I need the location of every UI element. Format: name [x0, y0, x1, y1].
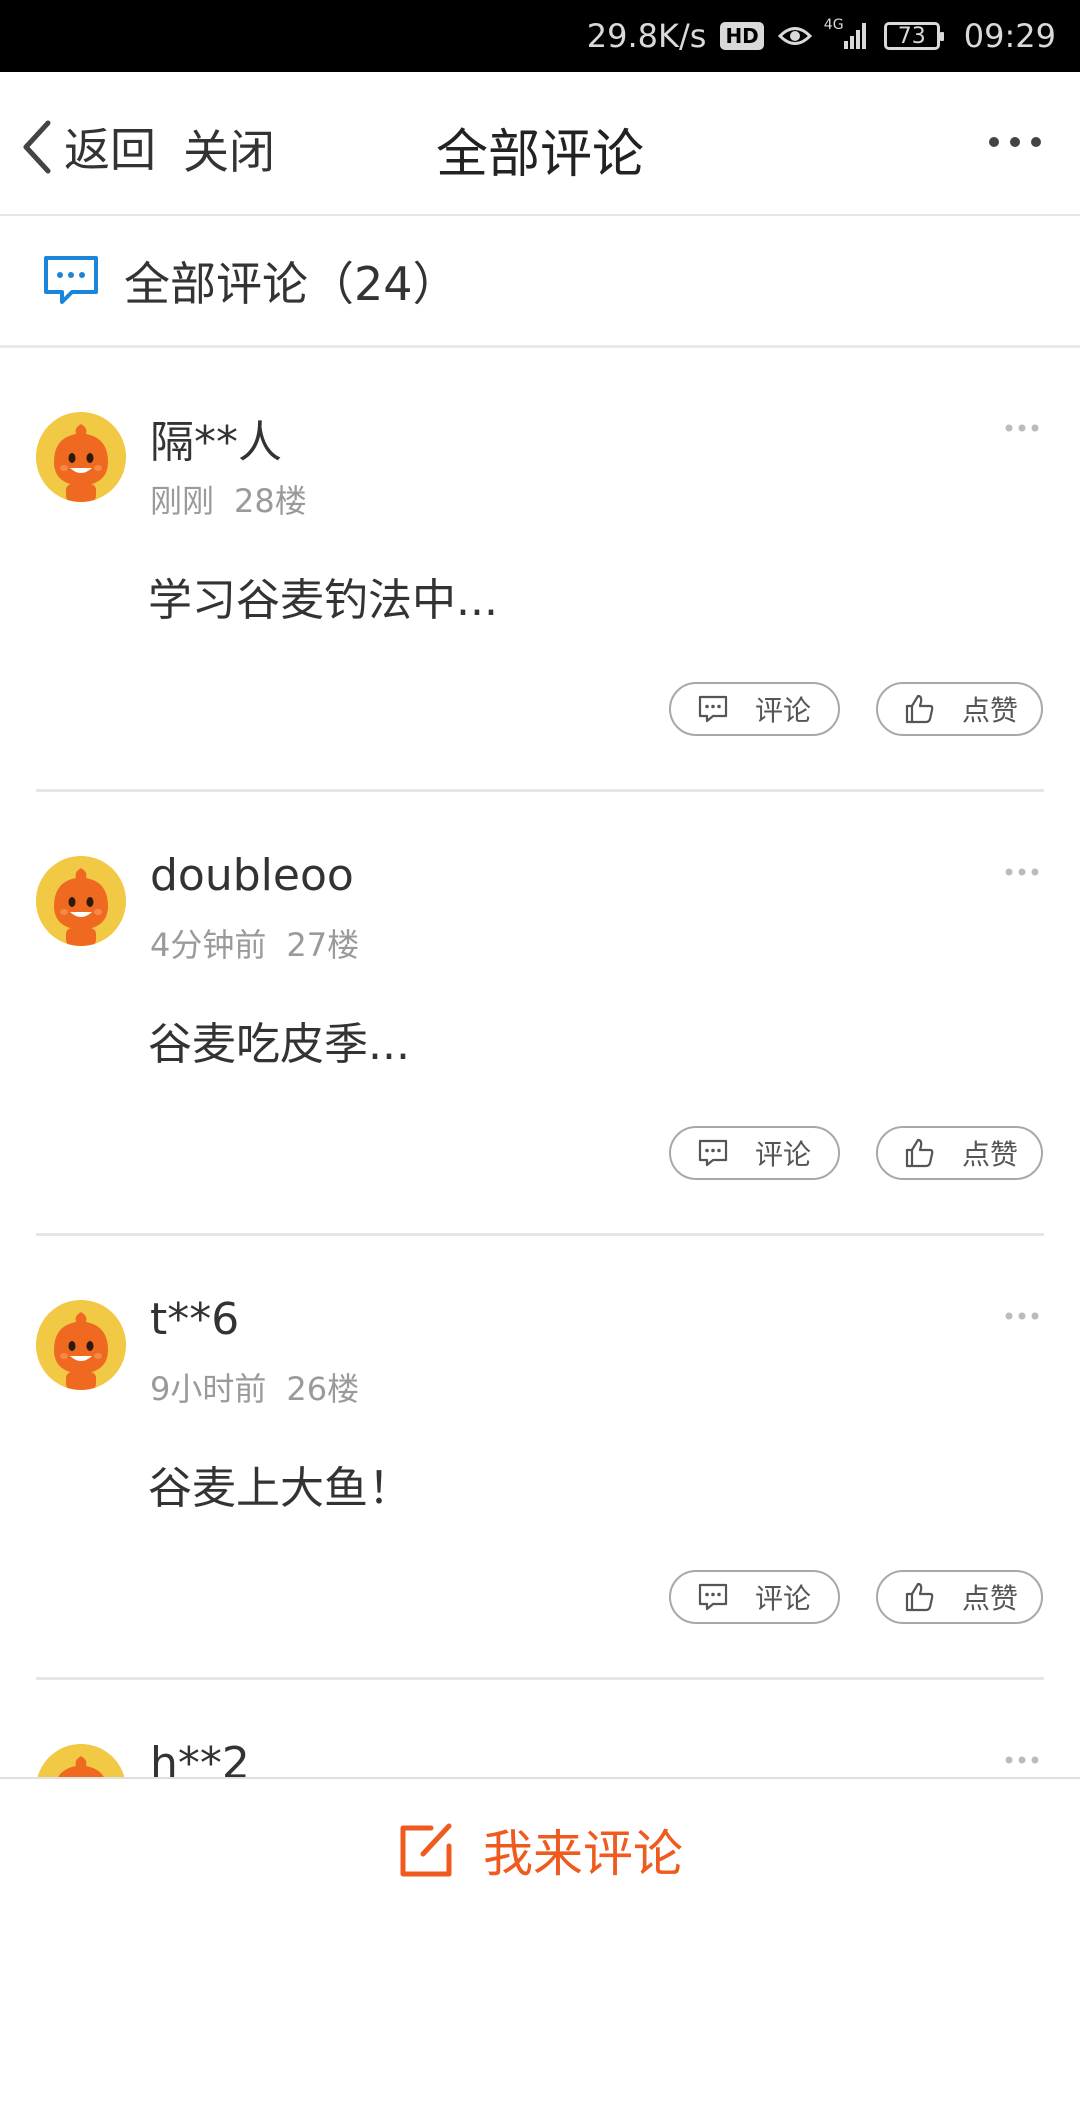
status-bar: 29.8K/s HD 4G 73 09:29: [0, 0, 1080, 72]
like-button[interactable]: 点赞: [876, 1570, 1043, 1624]
like-button[interactable]: 点赞: [876, 682, 1043, 736]
reply-button[interactable]: 评论: [669, 1570, 840, 1624]
like-label: 点赞: [962, 694, 1019, 727]
nav-bar: 返回 关闭 全部评论: [0, 72, 1080, 216]
reply-label: 评论: [755, 1138, 812, 1171]
comment-floor: 28楼: [234, 482, 307, 520]
avatar[interactable]: [36, 412, 126, 502]
write-comment-label: 我来评论: [483, 1824, 683, 1883]
comment-icon: [698, 1583, 728, 1611]
comment-time: 刚刚: [150, 482, 215, 520]
network-speed: 29.8K/s: [586, 17, 707, 55]
comment-more-icon[interactable]: [1004, 1754, 1040, 1766]
comment-more-icon[interactable]: [1004, 1310, 1040, 1322]
comment-text: 学习谷麦钓法中...: [148, 575, 498, 626]
comments-count-label: 全部评论（24）: [124, 256, 459, 311]
eye-icon: [777, 23, 812, 49]
comment-time: 9小时前: [150, 1370, 267, 1408]
comment-bubble-icon: [44, 255, 98, 304]
comment-more-icon[interactable]: [1004, 422, 1040, 434]
like-button[interactable]: 点赞: [876, 1126, 1043, 1180]
reply-label: 评论: [755, 694, 812, 727]
comment-time: 4分钟前: [150, 926, 267, 964]
comment-username: 隔**人: [150, 417, 282, 468]
network-type: 4G: [823, 17, 844, 33]
comment-text: 谷麦上大鱼！: [148, 1463, 412, 1514]
clock: 09:29: [963, 17, 1056, 55]
more-icon[interactable]: [988, 132, 1042, 152]
comment-meta: 刚刚 28楼: [150, 476, 307, 522]
battery-icon: 73: [883, 22, 944, 50]
avatar[interactable]: [36, 1300, 126, 1390]
like-label: 点赞: [962, 1582, 1019, 1615]
comment-text: 谷麦吃皮季...: [148, 1019, 410, 1070]
mascot-avatar-icon: [36, 412, 126, 502]
reply-label: 评论: [755, 1582, 812, 1615]
comment-floor: 26楼: [286, 1370, 360, 1408]
like-label: 点赞: [962, 1138, 1019, 1171]
comment-meta: 9小时前 26楼: [150, 1364, 359, 1410]
reply-button[interactable]: 评论: [669, 682, 840, 736]
write-comment-bar[interactable]: 我来评论: [0, 1777, 1080, 1920]
thumbs-up-icon: [905, 694, 934, 724]
edit-icon: [400, 1823, 452, 1876]
comment-icon: [698, 695, 728, 723]
reply-button[interactable]: 评论: [669, 1126, 840, 1180]
thumbs-up-icon: [905, 1582, 934, 1612]
comment-username: t**6: [150, 1294, 240, 1345]
comment-icon: [698, 1139, 728, 1167]
signal-icon: 4G: [824, 17, 870, 51]
comment-item: t**6 9小时前 26楼 谷麦上大鱼！ 评论 点赞: [0, 1236, 1080, 1680]
thumbs-up-icon: [905, 1138, 934, 1168]
comment-item: doubleoo 4分钟前 27楼 谷麦吃皮季... 评论 点赞: [0, 792, 1080, 1236]
comment-more-icon[interactable]: [1004, 866, 1040, 878]
comment-item: 隔**人 刚刚 28楼 学习谷麦钓法中... 评论 点赞: [0, 348, 1080, 792]
comment-meta: 4分钟前 27楼: [150, 920, 359, 966]
mascot-avatar-icon: [36, 1300, 126, 1390]
page-title: 全部评论: [435, 125, 644, 185]
mascot-avatar-icon: [36, 856, 126, 946]
comments-header: 全部评论（24）: [0, 216, 1080, 348]
comment-floor: 27楼: [286, 926, 360, 964]
hd-badge: HD: [720, 22, 764, 50]
comment-username: doubleoo: [150, 850, 354, 901]
avatar[interactable]: [36, 856, 126, 946]
